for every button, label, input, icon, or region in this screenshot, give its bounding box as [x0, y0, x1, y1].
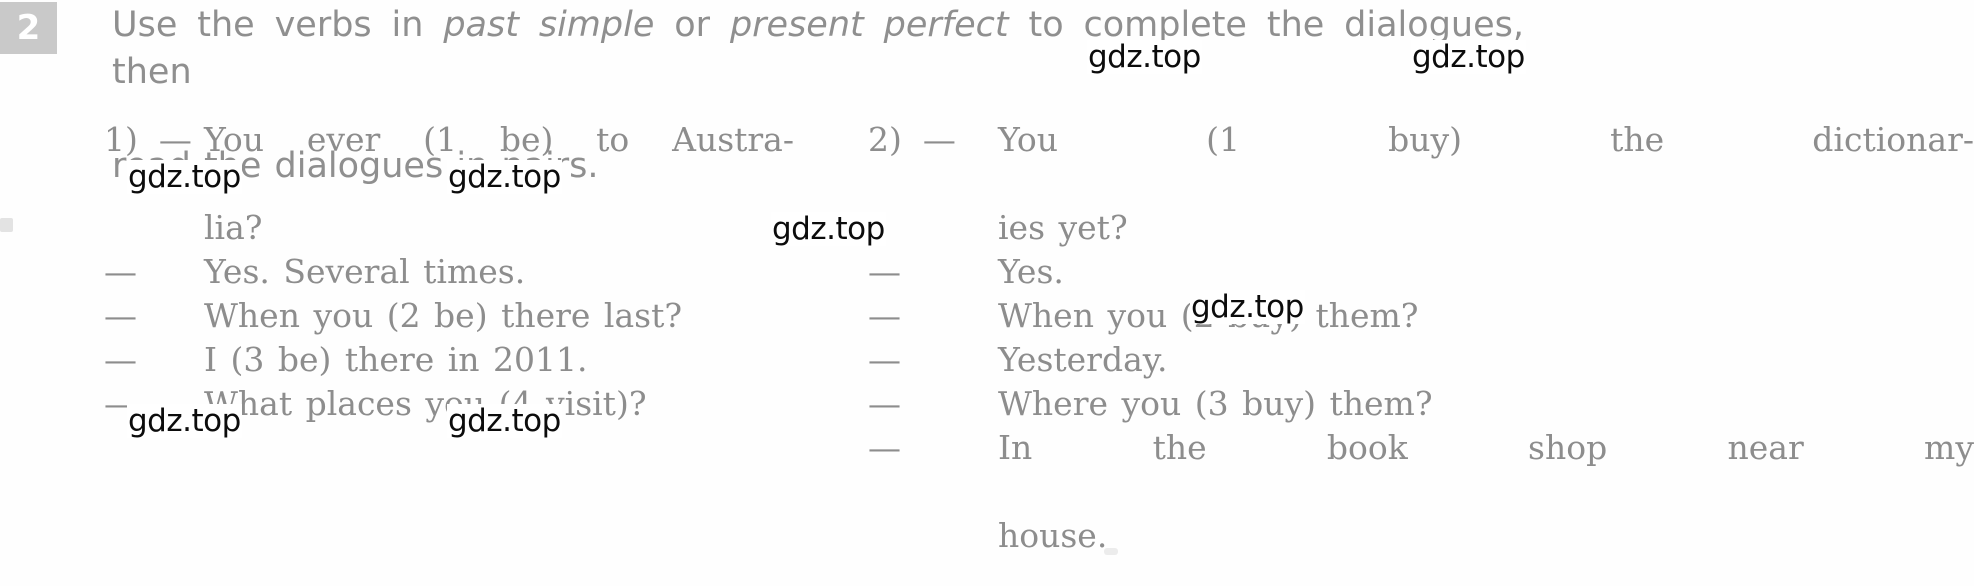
dialogue-text: When you (2 buy) them? — [998, 296, 1419, 335]
dialogue-marker: — — [104, 252, 137, 291]
dialogue-text: In the book shop near my — [998, 428, 1974, 467]
dialogue-body: Yesterday. — [998, 338, 1974, 382]
dialogue-body: Yes. — [998, 250, 1974, 294]
dialogue-body: Yes. Several times. — [204, 250, 794, 294]
dialogue-marker: — — [868, 384, 901, 423]
dialogue-body: You (1 buy) the dictionar- ies yet? — [998, 118, 1974, 250]
watermark-0: gdz.top — [1087, 39, 1202, 75]
dialogue-text: Yes. — [998, 252, 1064, 291]
dialogue-line: — In the book shop near my house. — [868, 426, 1974, 558]
instruction-italic-present-perfect: present perfect — [729, 5, 1009, 45]
instruction-text-part-2: or — [654, 5, 730, 45]
dialogue-line: — I (3 be) there in 2011. — [104, 338, 794, 382]
dialogue-marker: 2) — — [868, 120, 956, 159]
dialogue-marker: — — [868, 428, 901, 467]
dialogue-text-continuation: lia? — [204, 208, 263, 247]
instruction-text-part-1: Use the verbs in — [112, 5, 444, 45]
dialogue-marker: — — [104, 296, 137, 335]
exercise-number-badge: 2 — [0, 2, 57, 54]
dialogue-body: I (3 be) there in 2011. — [204, 338, 794, 382]
dialogue-marker: 1) — — [104, 120, 192, 159]
watermark-3: gdz.top — [447, 159, 562, 195]
dialogue-marker: — — [868, 340, 901, 379]
dialogue-line: 2) — You (1 buy) the dictionar- ies yet? — [868, 118, 1974, 250]
watermark-5: gdz.top — [1190, 289, 1305, 325]
dialogue-body: When you (2 be) there last? — [204, 294, 794, 338]
watermark-2: gdz.top — [127, 159, 242, 195]
dialogue-text: When you (2 be) there last? — [204, 296, 683, 335]
watermark-1: gdz.top — [1411, 39, 1526, 75]
dialogue-marker: — — [104, 340, 137, 379]
dialogue-line: — Yes. — [868, 250, 1974, 294]
scan-artifact-bottom — [1104, 548, 1118, 555]
dialogue-text-continuation: ies yet? — [998, 208, 1128, 247]
dialogue-body: Where you (3 buy) them? — [998, 382, 1974, 426]
dialogue-text: You (1 buy) the dictionar- — [998, 120, 1974, 159]
dialogue-line: — When you (2 buy) them? — [868, 294, 1974, 338]
dialogue-line: — Where you (3 buy) them? — [868, 382, 1974, 426]
dialogue-column-2: 2) — You (1 buy) the dictionar- ies yet?… — [868, 118, 1974, 558]
dialogue-text: Where you (3 buy) them? — [998, 384, 1433, 423]
dialogue-marker: — — [868, 296, 901, 335]
dialogue-text-continuation: house. — [998, 516, 1108, 555]
instruction-italic-past-simple: past simple — [443, 5, 655, 45]
dialogue-marker: — — [868, 252, 901, 291]
dialogue-line: — When you (2 be) there last? — [104, 294, 794, 338]
dialogue-body: In the book shop near my house. — [998, 426, 1974, 558]
watermark-4: gdz.top — [771, 211, 886, 247]
dialogue-text: Yesterday. — [998, 340, 1168, 379]
dialogue-line: — Yesterday. — [868, 338, 1974, 382]
scan-artifact-left-edge — [0, 218, 13, 232]
dialogue-line: — Yes. Several times. — [104, 250, 794, 294]
dialogue-body: When you (2 buy) them? — [998, 294, 1974, 338]
dialogue-text: Yes. Several times. — [204, 252, 526, 291]
watermark-6: gdz.top — [127, 403, 242, 439]
scanned-exercise-page: 2 Use the verbs in past simple or presen… — [0, 0, 1974, 586]
watermark-7: gdz.top — [447, 403, 562, 439]
dialogue-text: I (3 be) there in 2011. — [204, 340, 588, 379]
